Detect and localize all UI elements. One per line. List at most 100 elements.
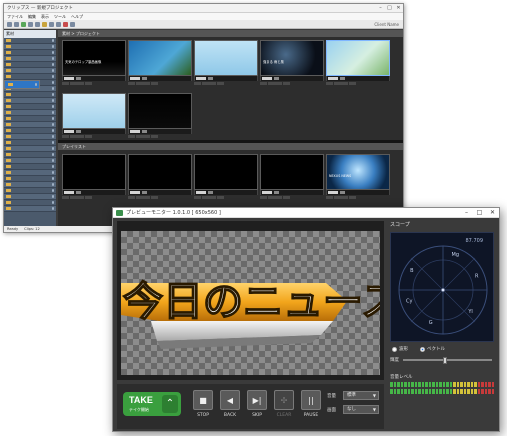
- clip-thumbnail[interactable]: [194, 154, 258, 190]
- menu-file[interactable]: ファイル: [7, 14, 23, 20]
- clip-thumbnail[interactable]: [326, 154, 390, 190]
- clip-option-cell[interactable]: [62, 82, 69, 85]
- take-button[interactable]: TAKE テイク開始 ⌃: [123, 392, 181, 416]
- new-icon[interactable]: [7, 21, 12, 27]
- clip-option-cell[interactable]: [333, 196, 341, 199]
- copy-icon[interactable]: [35, 21, 40, 27]
- stop-button[interactable]: ■: [193, 390, 213, 410]
- brightness-control: 輝度: [390, 356, 494, 364]
- clip-option-cell[interactable]: [128, 196, 135, 199]
- record-icon[interactable]: [63, 21, 68, 27]
- radio-circle-selected[interactable]: [420, 346, 425, 352]
- radio-waveform[interactable]: 波形: [392, 346, 408, 352]
- back-button[interactable]: ◀: [220, 390, 240, 410]
- clip-thumbnail[interactable]: [128, 93, 192, 129]
- sidebar-folder-item[interactable]: [4, 206, 56, 212]
- clip-option-cell[interactable]: [143, 196, 150, 199]
- brightness-slider-thumb[interactable]: [443, 356, 448, 364]
- menu-tools[interactable]: ツール: [54, 14, 66, 20]
- clip-option-cell[interactable]: [216, 82, 224, 85]
- close-icon[interactable]: ✕: [486, 209, 499, 216]
- clip-option-cell[interactable]: [84, 135, 92, 138]
- clip-option-cell[interactable]: [84, 82, 92, 85]
- clip-option-cell[interactable]: [260, 196, 267, 199]
- paste-icon[interactable]: [42, 21, 47, 27]
- clip-option-cell[interactable]: [201, 82, 209, 85]
- clip-thumbnail[interactable]: [260, 40, 324, 76]
- clip-thumbnail[interactable]: [62, 154, 126, 190]
- close-icon[interactable]: ✕: [394, 5, 403, 11]
- effect-select[interactable]: なし ▼: [343, 405, 379, 414]
- menu-help[interactable]: ヘルプ: [71, 14, 83, 20]
- clip-option-cell[interactable]: [194, 82, 201, 85]
- clip-option-cell[interactable]: [282, 196, 290, 199]
- clip-option-cell[interactable]: [209, 82, 216, 85]
- clip-thumbnail[interactable]: [194, 40, 258, 76]
- menu-edit[interactable]: 編集: [28, 14, 36, 20]
- clear-button[interactable]: ✣: [274, 390, 294, 410]
- open-icon[interactable]: [14, 21, 19, 27]
- clip-option-cell[interactable]: [267, 196, 275, 199]
- clip-option-cell[interactable]: [267, 82, 275, 85]
- clip-option-cell[interactable]: [69, 135, 77, 138]
- clip-option-cell[interactable]: [150, 135, 158, 138]
- clip-option-cell[interactable]: [216, 196, 224, 199]
- playlist-tab[interactable]: プレイリスト: [58, 143, 403, 150]
- clip-option-cell[interactable]: [128, 82, 135, 85]
- clip-option-cell[interactable]: [62, 135, 69, 138]
- clip-option-cell[interactable]: [135, 135, 143, 138]
- undo-icon[interactable]: [49, 21, 54, 27]
- clip-option-cell[interactable]: [341, 82, 348, 85]
- clip-option-cell[interactable]: [84, 196, 92, 199]
- pause-button[interactable]: ||: [301, 390, 321, 410]
- clip-option-cell[interactable]: [326, 196, 333, 199]
- clip-thumbnail[interactable]: [62, 40, 126, 76]
- menu-view[interactable]: 表示: [41, 14, 49, 20]
- clip-thumbnail[interactable]: [326, 40, 390, 76]
- clip-option-cell[interactable]: [209, 196, 216, 199]
- maximize-icon[interactable]: □: [385, 5, 394, 11]
- save-icon[interactable]: [21, 21, 26, 27]
- clip-thumbnail[interactable]: [128, 154, 192, 190]
- clip-option-cell[interactable]: [275, 196, 282, 199]
- sidebar-folder-item[interactable]: [4, 80, 40, 89]
- clip-option-cell[interactable]: [326, 82, 333, 85]
- audio-select[interactable]: 標準 ▼: [343, 391, 379, 400]
- clip-option-cell[interactable]: [77, 82, 84, 85]
- clip-thumbnail[interactable]: [128, 40, 192, 76]
- clip-option-cell[interactable]: [150, 196, 158, 199]
- clip-thumbnail[interactable]: [62, 93, 126, 129]
- clip-option-cell[interactable]: [135, 196, 143, 199]
- clip-thumbnail[interactable]: [260, 154, 324, 190]
- clip-area-tab[interactable]: 素材 > プロジェクト: [58, 30, 403, 37]
- cut-icon[interactable]: [28, 21, 33, 27]
- minimize-icon[interactable]: –: [376, 5, 385, 11]
- clip-option-cell[interactable]: [194, 196, 201, 199]
- clip-option-cell[interactable]: [69, 196, 77, 199]
- clip-option-cell[interactable]: [77, 135, 84, 138]
- clip-option-cell[interactable]: [69, 82, 77, 85]
- clip-option-cell[interactable]: [135, 82, 143, 85]
- clip-option-cell[interactable]: [143, 82, 150, 85]
- maximize-icon[interactable]: □: [473, 209, 486, 216]
- settings-icon[interactable]: [70, 21, 75, 27]
- clip-option-cell[interactable]: [201, 196, 209, 199]
- clip-option-cell[interactable]: [62, 196, 69, 199]
- clip-option-cell[interactable]: [150, 82, 158, 85]
- clip-option-cell[interactable]: [260, 82, 267, 85]
- clip-option-cell[interactable]: [128, 135, 135, 138]
- clip-option-cell[interactable]: [348, 196, 356, 199]
- radio-vector[interactable]: ベクトル: [420, 346, 445, 352]
- minimize-icon[interactable]: –: [460, 209, 473, 216]
- clip-option-cell[interactable]: [282, 82, 290, 85]
- clip-option-cell[interactable]: [341, 196, 348, 199]
- clip-option-cell[interactable]: [143, 135, 150, 138]
- clip-option-cell[interactable]: [77, 196, 84, 199]
- clip-option-cell[interactable]: [333, 82, 341, 85]
- radio-circle[interactable]: [392, 346, 397, 352]
- brightness-slider[interactable]: [403, 356, 492, 364]
- clip-option-cell[interactable]: [275, 82, 282, 85]
- clip-option-cell[interactable]: [348, 82, 356, 85]
- redo-icon[interactable]: [56, 21, 61, 27]
- skip-button[interactable]: ▶|: [247, 390, 267, 410]
